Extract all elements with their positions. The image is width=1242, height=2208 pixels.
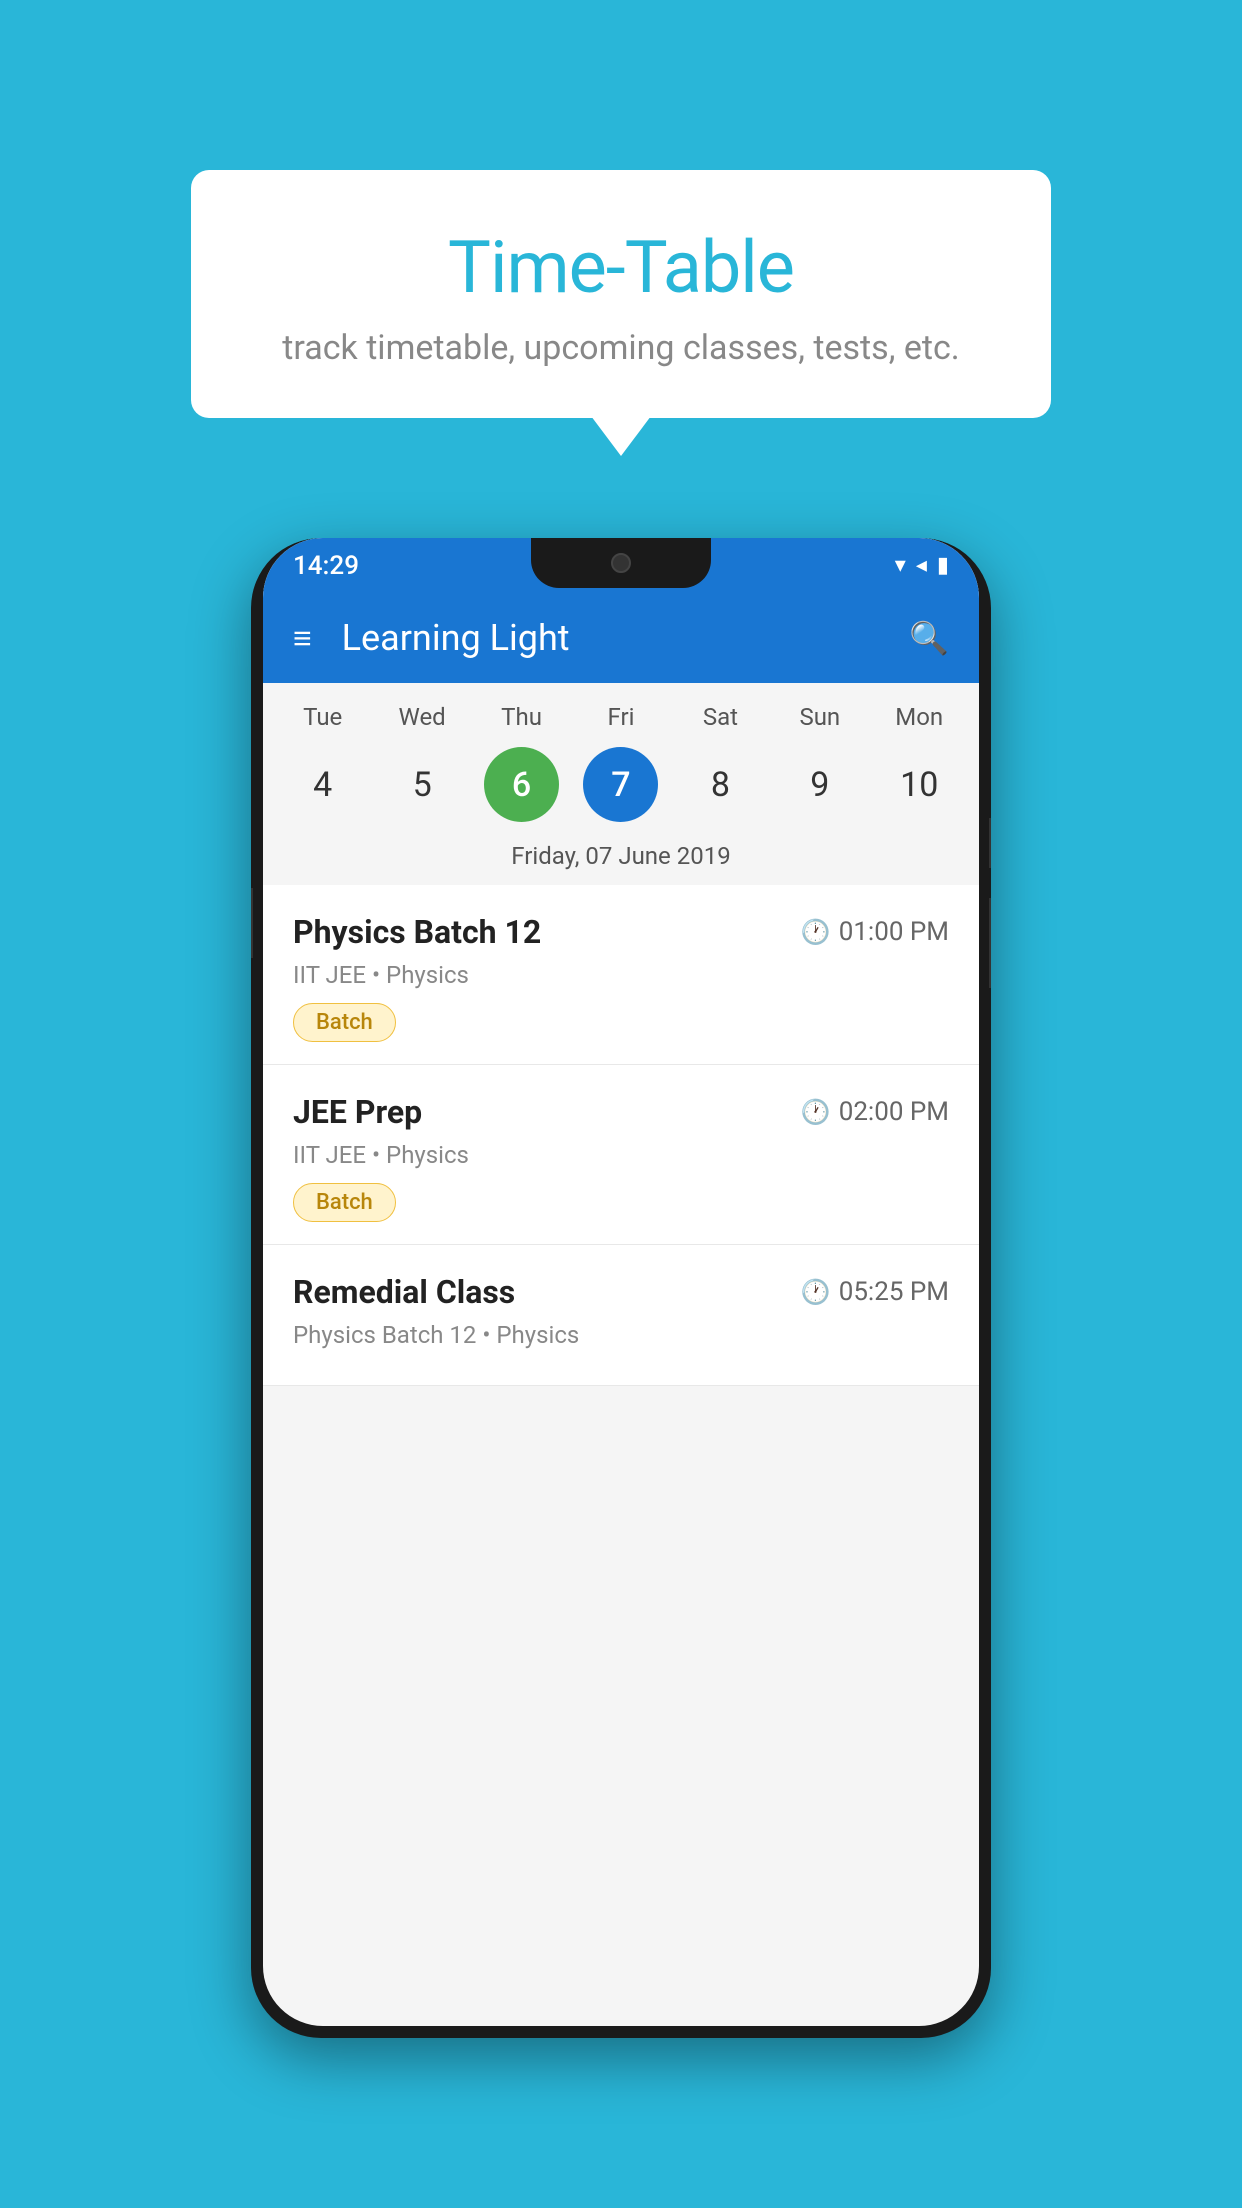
schedule-header-3: Remedial Class 🕐 05:25 PM	[293, 1273, 949, 1311]
schedule-item-3[interactable]: Remedial Class 🕐 05:25 PM Physics Batch …	[263, 1245, 979, 1386]
schedule-item-2[interactable]: JEE Prep 🕐 02:00 PM IIT JEE • Physics Ba…	[263, 1065, 979, 1245]
phone-frame: 14:29 ▾ ◂ ▮ ≡ Learning Light 🔍 Tue Wed T…	[251, 538, 991, 2038]
signal-icon: ◂	[916, 553, 927, 578]
schedule-header-1: Physics Batch 12 🕐 01:00 PM	[293, 913, 949, 951]
clock-icon-1: 🕐	[801, 918, 831, 946]
day-thu: Thu	[484, 703, 559, 731]
time-value-1: 01:00 PM	[839, 917, 949, 947]
date-7-selected[interactable]: 7	[583, 747, 658, 822]
schedule-title-2: JEE Prep	[293, 1093, 422, 1131]
notch	[531, 538, 711, 588]
schedule-title-3: Remedial Class	[293, 1273, 515, 1311]
day-sun: Sun	[782, 703, 857, 731]
day-fri: Fri	[583, 703, 658, 731]
status-icons: ▾ ◂ ▮	[895, 553, 949, 578]
hamburger-icon[interactable]: ≡	[293, 619, 312, 657]
date-10[interactable]: 10	[882, 747, 957, 822]
date-5[interactable]: 5	[385, 747, 460, 822]
tooltip-container: Time-Table track timetable, upcoming cla…	[191, 170, 1051, 418]
batch-badge-2: Batch	[293, 1183, 396, 1222]
day-mon: Mon	[882, 703, 957, 731]
date-9[interactable]: 9	[782, 747, 857, 822]
schedule-meta-3: Physics Batch 12 • Physics	[293, 1321, 949, 1349]
dates-row: 4 5 6 7 8 9 10	[263, 739, 979, 837]
selected-date-label: Friday, 07 June 2019	[263, 837, 979, 885]
date-4[interactable]: 4	[285, 747, 360, 822]
power-button	[989, 818, 991, 868]
schedule-title-1: Physics Batch 12	[293, 913, 541, 951]
app-title: Learning Light	[342, 617, 909, 659]
volume-button	[251, 888, 253, 958]
tooltip-bubble: Time-Table track timetable, upcoming cla…	[191, 170, 1051, 418]
days-header: Tue Wed Thu Fri Sat Sun Mon	[263, 683, 979, 739]
batch-badge-1: Batch	[293, 1003, 396, 1042]
tooltip-subtitle: track timetable, upcoming classes, tests…	[251, 328, 991, 368]
time-value-2: 02:00 PM	[839, 1097, 949, 1127]
camera	[611, 553, 631, 573]
tooltip-title: Time-Table	[251, 225, 991, 310]
schedule-meta-2: IIT JEE • Physics	[293, 1141, 949, 1169]
battery-icon: ▮	[937, 553, 949, 578]
phone-screen: 14:29 ▾ ◂ ▮ ≡ Learning Light 🔍 Tue Wed T…	[263, 538, 979, 2026]
schedule-time-1: 🕐 01:00 PM	[801, 917, 949, 947]
day-sat: Sat	[683, 703, 758, 731]
search-icon[interactable]: 🔍	[909, 619, 949, 657]
schedule-time-2: 🕐 02:00 PM	[801, 1097, 949, 1127]
wifi-icon: ▾	[895, 553, 906, 578]
day-wed: Wed	[385, 703, 460, 731]
clock-icon-2: 🕐	[801, 1098, 831, 1126]
volume-right-button	[989, 898, 991, 988]
clock-icon-3: 🕐	[801, 1278, 831, 1306]
date-8[interactable]: 8	[683, 747, 758, 822]
app-bar: ≡ Learning Light 🔍	[263, 593, 979, 683]
day-tue: Tue	[285, 703, 360, 731]
status-time: 14:29	[293, 551, 359, 581]
schedule-header-2: JEE Prep 🕐 02:00 PM	[293, 1093, 949, 1131]
schedule-item-1[interactable]: Physics Batch 12 🕐 01:00 PM IIT JEE • Ph…	[263, 885, 979, 1065]
schedule-time-3: 🕐 05:25 PM	[801, 1277, 949, 1307]
schedule-list: Physics Batch 12 🕐 01:00 PM IIT JEE • Ph…	[263, 885, 979, 1386]
time-value-3: 05:25 PM	[839, 1277, 949, 1307]
schedule-meta-1: IIT JEE • Physics	[293, 961, 949, 989]
phone-wrapper: 14:29 ▾ ◂ ▮ ≡ Learning Light 🔍 Tue Wed T…	[251, 538, 991, 2038]
date-6-today[interactable]: 6	[484, 747, 559, 822]
